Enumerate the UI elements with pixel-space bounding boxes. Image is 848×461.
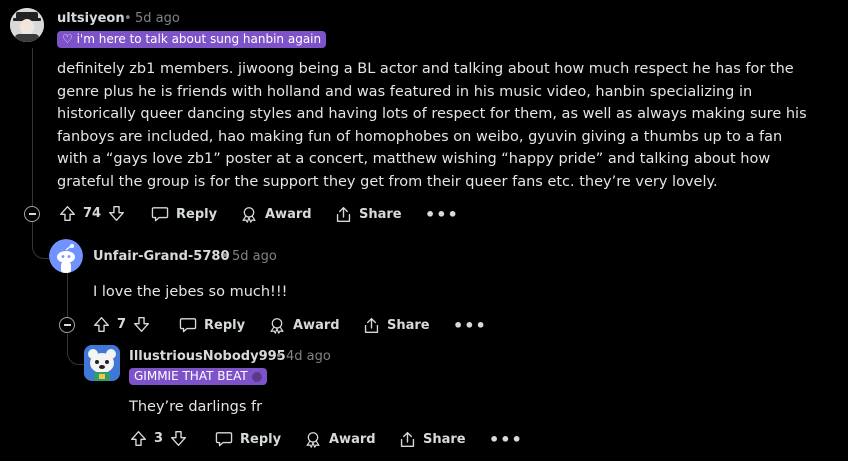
share-label: Share: [387, 318, 430, 333]
upvote-icon[interactable]: [59, 205, 76, 222]
share-button[interactable]: Share: [399, 431, 466, 448]
comment-body: They’re darlings fr: [129, 399, 263, 415]
timestamp[interactable]: 5d ago: [232, 249, 277, 264]
award-button[interactable]: Award: [304, 431, 376, 448]
award-icon: [306, 432, 320, 448]
thread-line: [67, 272, 68, 317]
reply-button[interactable]: Reply: [151, 206, 217, 222]
comment-icon: [215, 432, 233, 447]
vote-count: 3: [154, 431, 164, 446]
award-label: Award: [293, 318, 340, 333]
comment-icon: [151, 207, 169, 222]
award-label: Award: [329, 432, 376, 447]
share-icon: [336, 207, 351, 222]
avatar[interactable]: [10, 8, 44, 42]
separator-dot: •: [275, 349, 283, 364]
flair-emoji-icon: [251, 371, 262, 382]
collapse-icon: [63, 324, 71, 326]
award-button[interactable]: Award: [268, 317, 340, 334]
comment-icon: [179, 318, 197, 333]
reply-label: Reply: [176, 206, 218, 222]
comment-body: I love the jebes so much!!!: [93, 284, 288, 300]
username[interactable]: ultsiyeon: [57, 11, 125, 26]
collapse-thread-button[interactable]: [59, 317, 75, 333]
downvote-icon[interactable]: [133, 316, 150, 333]
bear-avatar-icon: [84, 345, 120, 381]
vote-count: 74: [83, 206, 102, 221]
award-icon: [270, 318, 284, 334]
upvote-icon[interactable]: [93, 316, 110, 333]
vote-bar: 7: [93, 316, 150, 333]
share-label: Share: [423, 432, 466, 447]
reply-button[interactable]: Reply: [179, 317, 245, 333]
award-button[interactable]: Award: [240, 206, 312, 223]
avatar[interactable]: [84, 345, 120, 381]
snoo-avatar-icon: [49, 239, 83, 273]
collapse-icon: [28, 213, 36, 215]
username[interactable]: IllustriousNobody995: [129, 349, 286, 364]
share-label: Share: [359, 207, 402, 222]
share-icon: [364, 318, 379, 333]
timestamp[interactable]: 4d ago: [286, 349, 331, 364]
separator-dot: •: [124, 11, 132, 26]
vote-bar: 3: [130, 430, 187, 447]
more-options-button[interactable]: •••: [489, 430, 523, 449]
downvote-icon[interactable]: [108, 205, 125, 222]
award-label: Award: [265, 207, 312, 222]
separator-dot: •: [221, 249, 229, 264]
user-flair: GIMMIE THAT BEAT: [129, 368, 267, 385]
avatar[interactable]: [49, 239, 83, 273]
user-flair: ♡ i'm here to talk about sung hanbin aga…: [57, 31, 327, 48]
reply-label: Reply: [240, 431, 282, 447]
reply-button[interactable]: Reply: [215, 431, 281, 447]
collapse-thread-button[interactable]: [24, 206, 40, 222]
award-icon: [242, 207, 256, 223]
timestamp[interactable]: 5d ago: [135, 11, 180, 26]
vote-count: 7: [117, 317, 127, 332]
thread-line: [32, 48, 33, 206]
more-options-button[interactable]: •••: [425, 205, 459, 224]
downvote-icon[interactable]: [170, 430, 187, 447]
vote-bar: 74: [59, 205, 125, 222]
share-button[interactable]: Share: [335, 206, 402, 223]
user-avatar-icon: [10, 8, 44, 42]
share-icon: [400, 432, 415, 447]
flair-text: GIMMIE THAT BEAT: [134, 369, 248, 383]
upvote-icon[interactable]: [130, 430, 147, 447]
share-button[interactable]: Share: [363, 317, 430, 334]
more-options-button[interactable]: •••: [453, 316, 487, 335]
comment-body: definitely zb1 members. jiwoong being a …: [57, 61, 807, 190]
username[interactable]: Unfair-Grand-5780: [93, 249, 230, 264]
reply-label: Reply: [204, 317, 246, 333]
